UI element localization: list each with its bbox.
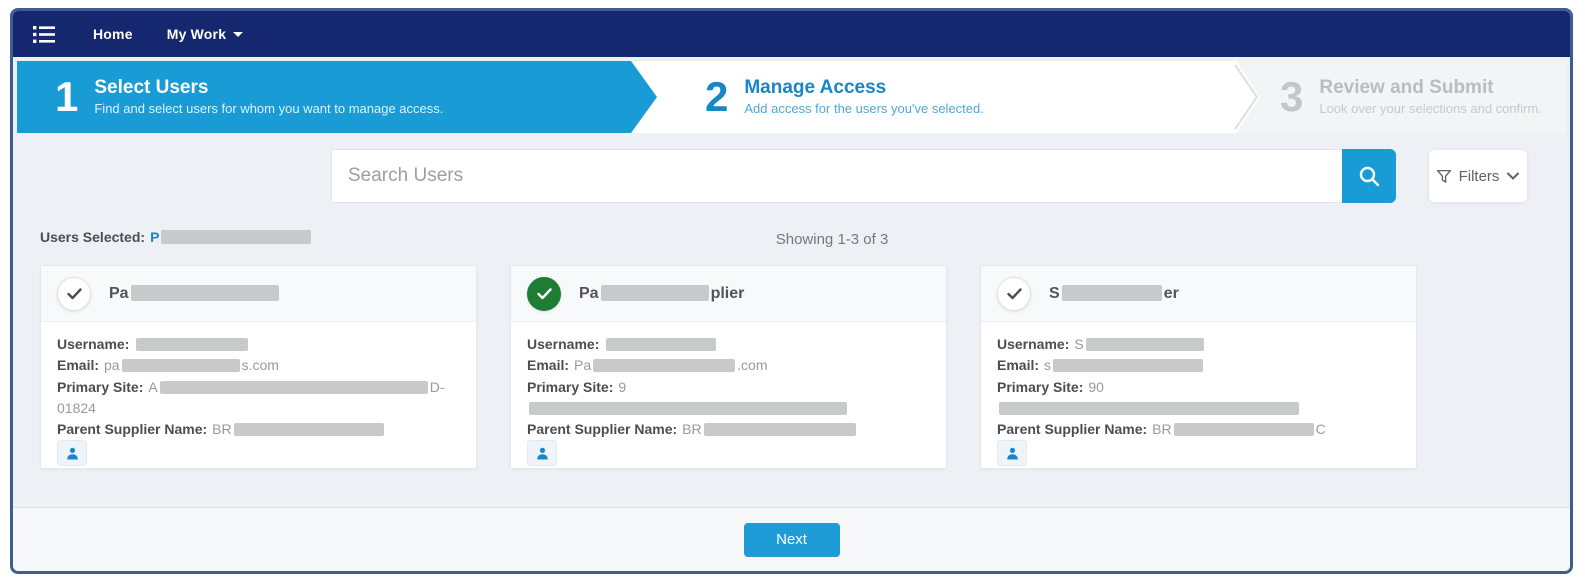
- redaction-bar: [159, 380, 428, 394]
- nav-item-home[interactable]: Home: [93, 26, 133, 42]
- step-1-select-users[interactable]: 1 Select Users Find and select users for…: [17, 61, 657, 133]
- select-user-checkbox[interactable]: [57, 276, 91, 311]
- redaction-bar: [1085, 338, 1204, 351]
- redaction-bar: [233, 423, 384, 437]
- redaction-bar: [606, 338, 717, 351]
- magnifier-icon: [1359, 166, 1380, 187]
- step-2-subtitle: Add access for the users you've selected…: [744, 101, 984, 117]
- check-icon: [1006, 287, 1022, 299]
- person-icon: [536, 447, 548, 460]
- nav-item-my-work[interactable]: My Work: [167, 26, 244, 42]
- user-profile-button[interactable]: [527, 440, 557, 467]
- filters-button[interactable]: Filters: [1428, 149, 1528, 203]
- user-card: Ser Username: S Email: s Primary Site: 90 P…: [980, 265, 1417, 469]
- redaction-bar: [593, 359, 736, 373]
- redaction-bar: [703, 423, 856, 437]
- step-2-manage-access[interactable]: 2 Manage Access Add access for the users…: [657, 61, 1236, 133]
- wizard-stepper: 1 Select Users Find and select users for…: [17, 61, 1566, 133]
- field-email: Email: pa s.com: [57, 357, 279, 374]
- field-primary-site: Primary Site: 90: [997, 379, 1301, 416]
- check-icon: [66, 287, 82, 299]
- users-selected-value: P: [150, 229, 160, 245]
- check-icon: [536, 287, 552, 299]
- person-icon: [66, 447, 78, 460]
- user-card-title: Pa plier: [579, 284, 745, 303]
- step-2-number: 2: [705, 73, 729, 120]
- title-text: Pa: [109, 284, 129, 302]
- nav-home-label: Home: [93, 26, 133, 42]
- field-email: Email: s: [997, 357, 1205, 373]
- redaction-bar: [130, 284, 279, 301]
- user-card-body: Username: Email: Pa .com Primary Site: 9 Pa…: [511, 322, 946, 476]
- hamburger-menu-icon[interactable]: [29, 19, 59, 49]
- search-input[interactable]: [331, 149, 1343, 203]
- field-primary-site: Primary Site: 9: [527, 379, 849, 416]
- step-3-title: Review and Submit: [1319, 76, 1494, 98]
- list-menu-icon: [33, 25, 55, 43]
- app-window: Home My Work 1 Select Users Find and sel…: [10, 8, 1573, 574]
- redaction-bar: [999, 401, 1299, 415]
- title-text: plier: [710, 284, 745, 302]
- redaction-bar: [600, 284, 709, 301]
- redaction-bar: [1173, 423, 1314, 437]
- users-selected-label: Users Selected:: [40, 229, 146, 245]
- redaction-bar: [121, 359, 240, 373]
- field-username: Username: S: [997, 336, 1206, 352]
- redaction-bar: [161, 230, 312, 244]
- search-row: Filters: [13, 149, 1570, 203]
- results-count: Showing 1-3 of 3: [775, 231, 889, 248]
- user-card-title: Ser: [1049, 284, 1179, 303]
- step-1-number: 1: [55, 73, 79, 120]
- person-icon: [1006, 447, 1018, 460]
- step-3-review-submit[interactable]: 3 Review and Submit Look over your selec…: [1236, 61, 1566, 133]
- caret-down-icon: [233, 31, 244, 37]
- user-card-title: Pa: [109, 284, 281, 303]
- user-card-header: Pa plier: [511, 266, 946, 322]
- step-3-number: 3: [1280, 73, 1304, 120]
- wizard-footer: Next: [13, 507, 1570, 571]
- field-parent-supplier: Parent Supplier Name: BR C: [997, 421, 1326, 438]
- user-card-header: Pa: [41, 266, 476, 322]
- title-text: S: [1049, 284, 1060, 302]
- redaction-bar: [1061, 284, 1162, 301]
- field-primary-site: Primary Site: A D-01824: [57, 378, 445, 416]
- select-user-checkbox[interactable]: [997, 276, 1031, 311]
- select-user-checkbox[interactable]: [527, 276, 561, 311]
- title-text: er: [1163, 284, 1179, 302]
- user-card: Pa plier Username: Email: Pa .com Primary S…: [510, 265, 947, 469]
- redaction-bar: [1053, 359, 1204, 373]
- user-card-body: Username: Email: pa s.com Primary Site: A D-…: [41, 322, 476, 476]
- status-row: Users Selected: P Showing 1-3 of 3: [13, 229, 1570, 253]
- filters-label: Filters: [1458, 167, 1500, 185]
- step-1-title: Select Users: [94, 76, 209, 98]
- field-username: Username:: [527, 336, 718, 352]
- user-profile-button[interactable]: [997, 440, 1027, 467]
- top-navbar: Home My Work: [13, 11, 1570, 57]
- next-button[interactable]: Next: [743, 522, 840, 557]
- chevron-down-icon: [1507, 172, 1520, 180]
- redaction-bar: [136, 338, 249, 351]
- user-card-header: Ser: [981, 266, 1416, 322]
- step-2-title: Manage Access: [744, 76, 887, 98]
- user-card-body: Username: S Email: s Primary Site: 90 Paren…: [981, 322, 1416, 476]
- filter-funnel-icon: [1436, 169, 1451, 183]
- nav-my-work-label: My Work: [166, 26, 227, 42]
- search-button[interactable]: [1342, 149, 1396, 203]
- user-card: Pa Username: Email: pa s.com Primary Site:…: [40, 265, 477, 469]
- field-username: Username:: [57, 336, 250, 352]
- user-profile-button[interactable]: [57, 440, 87, 467]
- redaction-bar: [529, 401, 847, 415]
- step-3-subtitle: Look over your selections and confirm.: [1319, 101, 1542, 117]
- field-email: Email: Pa .com: [527, 357, 768, 374]
- field-parent-supplier: Parent Supplier Name: BR: [527, 421, 858, 437]
- step-1-subtitle: Find and select users for whom you want …: [94, 101, 444, 117]
- title-text: Pa: [579, 284, 599, 302]
- user-cards-row: Pa Username: Email: pa s.com Primary Site:…: [13, 253, 1570, 469]
- field-parent-supplier: Parent Supplier Name: BR: [57, 421, 386, 437]
